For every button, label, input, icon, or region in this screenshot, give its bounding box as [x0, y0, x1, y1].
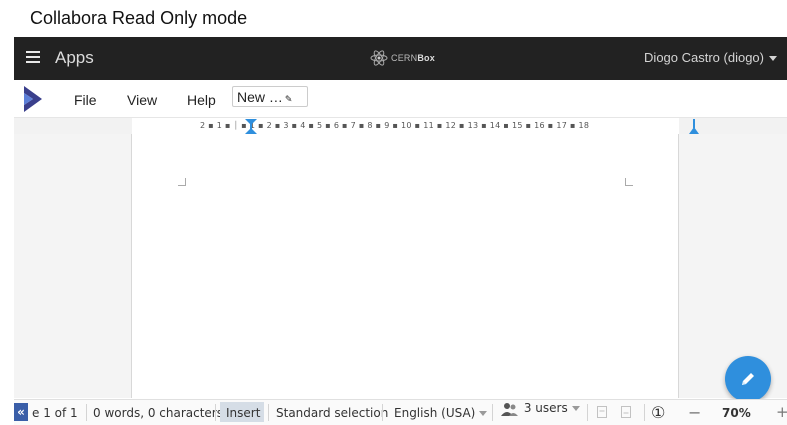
zoom-reset-icon[interactable]: ① — [651, 403, 665, 422]
document-name-field[interactable]: New … ✎ — [232, 86, 308, 107]
brand-text: CERNBox — [391, 53, 435, 63]
apps-label[interactable]: Apps — [55, 48, 94, 68]
hamburger-menu-icon[interactable] — [26, 51, 40, 64]
document-menubar: File View Help New … ✎ — [14, 80, 787, 117]
document-canvas[interactable] — [14, 134, 787, 398]
zoom-in-icon[interactable]: + — [776, 403, 787, 421]
users-indicator[interactable]: 3 users — [500, 401, 580, 416]
selection-mode[interactable]: Standard selection — [276, 406, 388, 420]
status-divider — [492, 404, 493, 421]
rename-pencil-icon: ✎ — [284, 94, 293, 104]
users-caret-down-icon — [571, 406, 580, 411]
left-indent-marker-icon[interactable] — [245, 119, 257, 134]
edit-fab-button[interactable] — [725, 356, 771, 402]
status-divider — [215, 404, 216, 421]
pencil-icon — [742, 373, 754, 385]
insert-mode-label: Insert — [226, 406, 261, 420]
zoom-out-icon[interactable]: − — [688, 403, 701, 422]
top-navigation-bar: Apps CERNBox Diogo Castro (diogo) — [14, 37, 787, 80]
status-divider — [86, 404, 87, 421]
horizontal-ruler: 2 ▪ 1 ▪ ⏐ ▪ 1 ▪ 2 ▪ 3 ▪ 4 ▪ 5 ▪ 6 ▪ 7 ▪ … — [14, 117, 787, 135]
user-caret-down-icon — [769, 56, 777, 62]
menu-view[interactable]: View — [127, 92, 157, 108]
menu-file[interactable]: File — [74, 92, 97, 108]
language-select[interactable]: English (USA) — [394, 406, 488, 420]
status-divider — [382, 404, 383, 421]
page-info: e 1 of 1 — [32, 406, 78, 420]
document-name-text: New … — [237, 89, 283, 105]
atom-icon — [370, 50, 388, 66]
user-name: Diogo Castro (diogo) — [644, 50, 764, 65]
status-divider — [644, 404, 645, 421]
users-icon — [501, 402, 518, 416]
language-caret-down-icon — [479, 411, 488, 416]
save-document-icon[interactable] — [621, 406, 631, 418]
margin-corner-top-right — [625, 178, 633, 186]
status-divider — [268, 404, 269, 421]
collapse-statusbar-button[interactable]: « — [14, 403, 28, 421]
margin-corner-top-left — [178, 178, 186, 186]
cernbox-brand: CERNBox — [370, 49, 435, 67]
word-count: 0 words, 0 characters — [93, 406, 223, 420]
language-value: English (USA) — [394, 406, 476, 420]
menu-help[interactable]: Help — [187, 92, 216, 108]
ruler-ticks: 2 ▪ 1 ▪ ⏐ ▪ 1 ▪ 2 ▪ 3 ▪ 4 ▪ 5 ▪ 6 ▪ 7 ▪ … — [200, 121, 590, 130]
screenshot-caption: Collabora Read Only mode — [30, 8, 248, 28]
user-menu[interactable]: Diogo Castro (diogo) — [644, 50, 777, 65]
chevron-logo-icon[interactable] — [22, 85, 44, 113]
document-icon[interactable] — [597, 406, 607, 418]
document-page[interactable] — [131, 134, 679, 398]
zoom-level[interactable]: 70% — [722, 406, 751, 420]
status-divider — [587, 404, 588, 421]
right-indent-marker-icon[interactable] — [689, 119, 699, 134]
users-count: 3 users — [523, 401, 568, 415]
status-bar: « e 1 of 1 0 words, 0 characters Insert … — [14, 399, 787, 425]
